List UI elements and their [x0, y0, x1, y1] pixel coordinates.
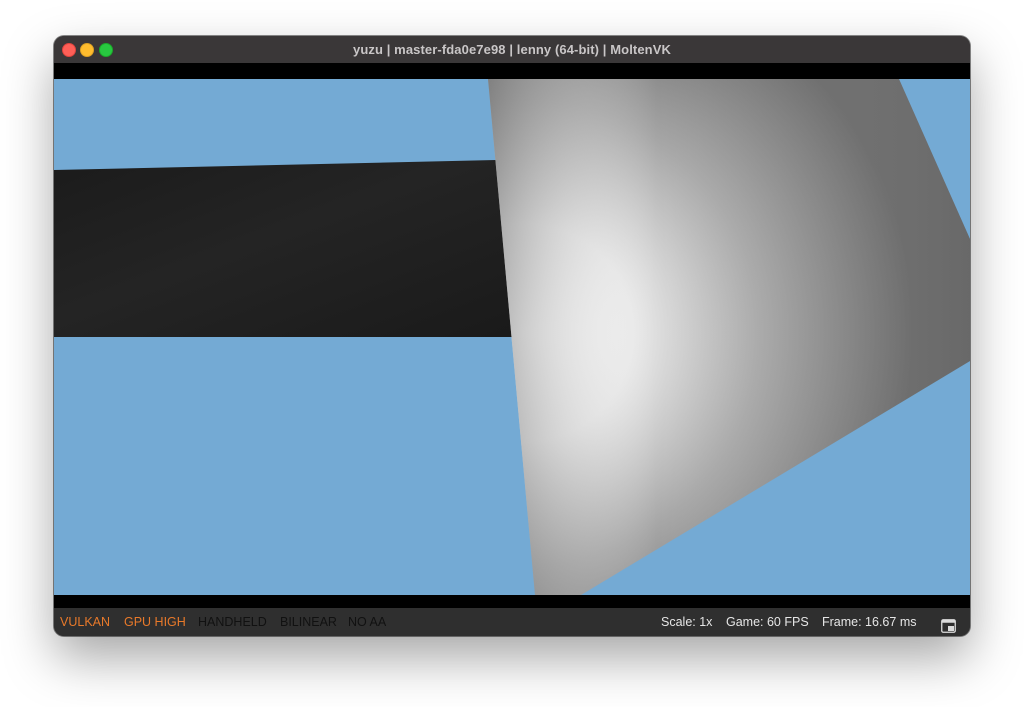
antialiasing-button[interactable]: NO AA [348, 608, 386, 636]
letterbox-top [54, 63, 970, 79]
gpu-accuracy-button[interactable]: GPU HIGH [124, 608, 186, 636]
game-render-view[interactable] [54, 63, 970, 608]
dock-mode-button[interactable]: HANDHELD [198, 608, 267, 636]
renderer-backend-button[interactable]: VULKAN [60, 608, 110, 636]
letterbox-bottom [54, 595, 970, 608]
scale-label: Scale: 1x [661, 615, 713, 629]
window-title: yuzu | master-fda0e7e98 | lenny (64-bit)… [353, 42, 671, 57]
status-bar: VULKAN GPU HIGH HANDHELD BILINEAR NO AA … [54, 608, 970, 636]
app-window: yuzu | master-fda0e7e98 | lenny (64-bit)… [54, 36, 970, 636]
filter-mode-button[interactable]: BILINEAR [280, 608, 337, 636]
window-icon[interactable] [941, 615, 956, 633]
title-bar[interactable]: yuzu | master-fda0e7e98 | lenny (64-bit)… [54, 36, 970, 64]
dark-bar [54, 160, 512, 337]
frame-time-label: Frame: 16.67 ms [822, 615, 917, 629]
game-fps-label: Game: 60 FPS [726, 615, 809, 629]
game-scene [54, 63, 970, 608]
